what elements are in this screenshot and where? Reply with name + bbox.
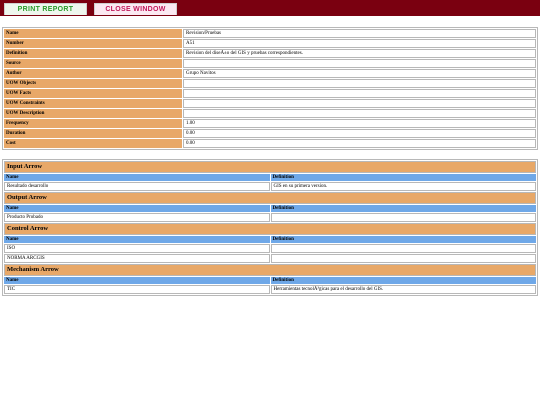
top-toolbar: PRINT REPORT CLOSE WINDOW	[0, 0, 540, 16]
column-header-row: Name Definition	[4, 236, 536, 243]
property-value: Grupo Navitos	[183, 69, 536, 78]
section-title: Control Arrow	[4, 223, 536, 235]
property-row: Cost 0.00	[4, 139, 536, 148]
row-definition: GIS en su primera version.	[270, 182, 536, 191]
property-key: Definition	[4, 49, 182, 58]
property-value	[183, 99, 536, 108]
property-row: UOW Objects	[4, 79, 536, 88]
section-title: Mechanism Arrow	[4, 264, 536, 276]
property-value: Revision del diseÃ±o del GIS y pruebas c…	[183, 49, 536, 58]
property-key: Duration	[4, 129, 182, 138]
property-row: Author Grupo Navitos	[4, 69, 536, 78]
property-row: UOW Description	[4, 109, 536, 118]
column-header-definition: Definition	[270, 277, 536, 284]
row-definition: Herramientas tecnolÃ³gicas para el desar…	[270, 285, 536, 294]
property-key: Author	[4, 69, 182, 78]
property-value	[183, 59, 536, 68]
property-value: 0.00	[183, 139, 536, 148]
row-name: Producto Probado	[4, 213, 270, 222]
table-row: TIC Herramientas tecnolÃ³gicas para el de…	[4, 285, 536, 294]
property-key: UOW Description	[4, 109, 182, 118]
column-header-definition: Definition	[270, 174, 536, 181]
row-name: Resultado desarrollo	[4, 182, 270, 191]
arrows-table: Input Arrow Name Definition Resultado desar…	[2, 159, 538, 296]
row-name: ISO	[4, 244, 270, 253]
property-value: 0.00	[183, 129, 536, 138]
table-row: Producto Probado	[4, 213, 536, 222]
property-row: Definition Revision del diseÃ±o del GIS y…	[4, 49, 536, 58]
section-title: Input Arrow	[4, 161, 536, 173]
print-report-button[interactable]: PRINT REPORT	[4, 3, 87, 15]
control-arrow-section-header: Control Arrow	[4, 223, 536, 235]
mechanism-arrow-section-header: Mechanism Arrow	[4, 264, 536, 276]
property-row: Frequency 1.00	[4, 119, 536, 128]
property-key: Cost	[4, 139, 182, 148]
property-key: Source	[4, 59, 182, 68]
table-row: ISO	[4, 244, 536, 253]
property-value: Revision/Pruebas	[183, 29, 536, 38]
column-header-name: Name	[4, 205, 270, 212]
property-key: UOW Facts	[4, 89, 182, 98]
table-row: NORMA ARCGIS	[4, 254, 536, 263]
column-header-row: Name Definition	[4, 277, 536, 284]
property-value	[183, 89, 536, 98]
column-header-name: Name	[4, 277, 270, 284]
column-header-row: Name Definition	[4, 174, 536, 181]
property-row: Source	[4, 59, 536, 68]
row-definition	[270, 254, 536, 263]
column-header-name: Name	[4, 236, 270, 243]
property-value	[183, 79, 536, 88]
row-name: TIC	[4, 285, 270, 294]
property-value	[183, 109, 536, 118]
property-row: Duration 0.00	[4, 129, 536, 138]
property-row: Name Revision/Pruebas	[4, 29, 536, 38]
properties-table: Name Revision/Pruebas Number A51 Definition R…	[2, 27, 538, 150]
property-key: Name	[4, 29, 182, 38]
property-row: Number A51	[4, 39, 536, 48]
property-value: 1.00	[183, 119, 536, 128]
row-definition	[270, 213, 536, 222]
property-key: UOW Constraints	[4, 99, 182, 108]
close-window-button[interactable]: CLOSE WINDOW	[94, 3, 177, 15]
property-key: UOW Objects	[4, 79, 182, 88]
row-definition	[270, 244, 536, 253]
column-header-name: Name	[4, 174, 270, 181]
property-row: UOW Facts	[4, 89, 536, 98]
property-value: A51	[183, 39, 536, 48]
column-header-row: Name Definition	[4, 205, 536, 212]
property-key: Frequency	[4, 119, 182, 128]
property-key: Number	[4, 39, 182, 48]
column-header-definition: Definition	[270, 205, 536, 212]
row-name: NORMA ARCGIS	[4, 254, 270, 263]
column-header-definition: Definition	[270, 236, 536, 243]
property-row: UOW Constraints	[4, 99, 536, 108]
table-row: Resultado desarrollo GIS en su primera ve…	[4, 182, 536, 191]
output-arrow-section-header: Output Arrow	[4, 192, 536, 204]
section-title: Output Arrow	[4, 192, 536, 204]
input-arrow-section-header: Input Arrow	[4, 161, 536, 173]
